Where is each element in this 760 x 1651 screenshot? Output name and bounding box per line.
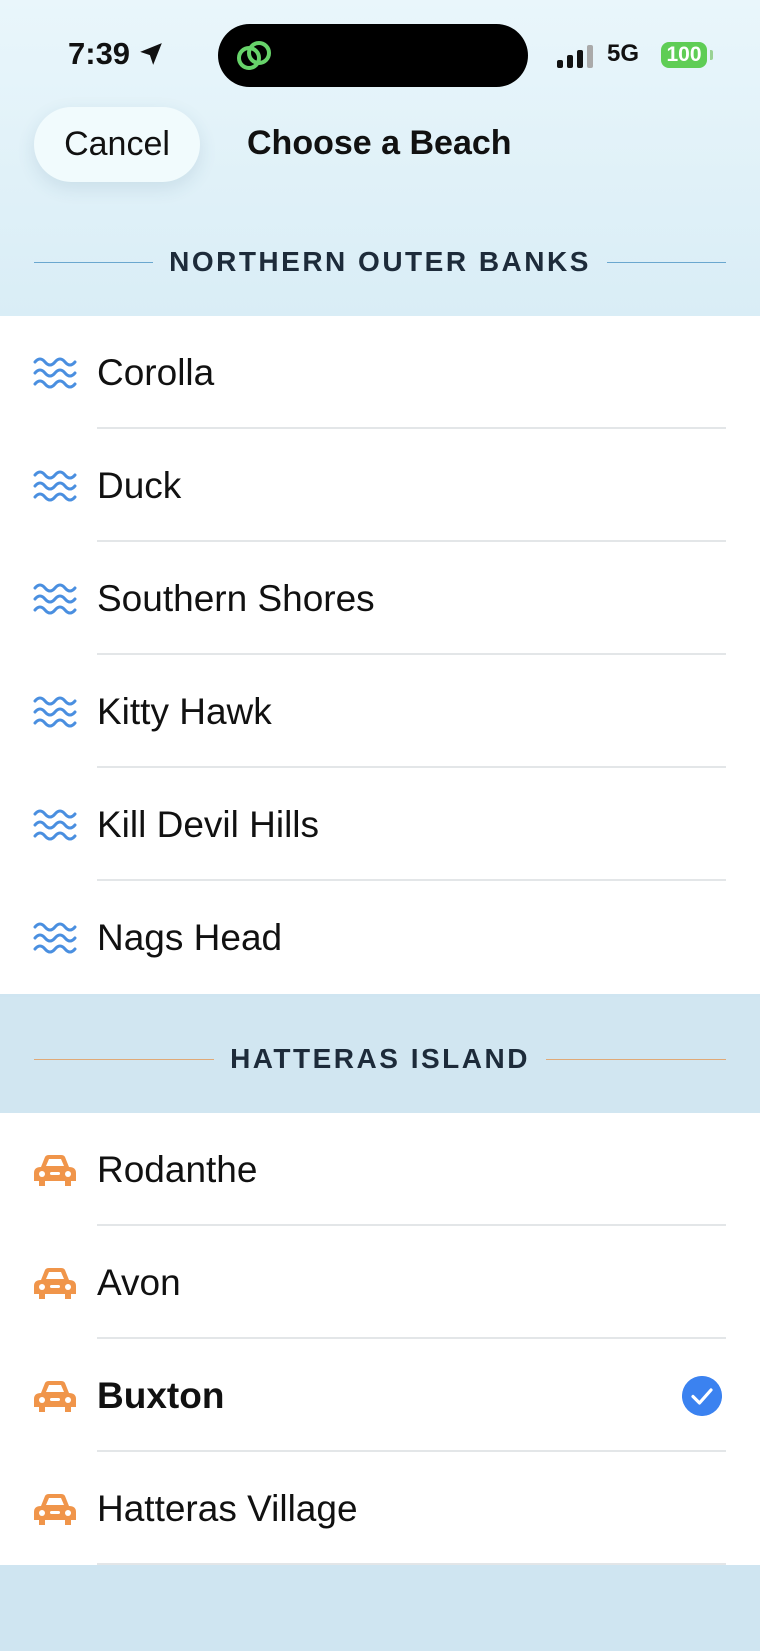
beach-list-hatteras: Rodanthe Avon Buxton Hatteras Village (0, 1113, 760, 1565)
section-header-northern: NORTHERN OUTER BANKS (34, 242, 726, 282)
battery-tip (710, 50, 713, 60)
divider-line (606, 261, 726, 263)
checkmark-icon (682, 1376, 722, 1416)
list-item[interactable]: Avon (0, 1226, 760, 1339)
list-item[interactable]: Duck (0, 429, 760, 542)
section-title: HATTERAS ISLAND (230, 1043, 530, 1074)
car-icon (34, 1381, 76, 1412)
list-item[interactable]: Rodanthe (0, 1113, 760, 1226)
list-item[interactable]: Nags Head (0, 881, 760, 994)
list-item-selected[interactable]: Buxton (0, 1339, 760, 1452)
battery-icon: 100 (661, 42, 707, 68)
waves-icon (33, 583, 77, 615)
beach-list-northern: Corolla Duck Southern Shores Kitty Hawk … (0, 316, 760, 994)
section-title: NORTHERN OUTER BANKS (169, 246, 591, 277)
divider-line (545, 1058, 726, 1060)
beach-name: Kill Devil Hills (97, 803, 320, 845)
location-arrow-icon (140, 43, 162, 65)
beach-name: Southern Shores (97, 577, 375, 619)
dynamic-island (218, 24, 528, 87)
beach-name: Buxton (97, 1374, 225, 1416)
clock-text: 7:39 (68, 36, 131, 71)
list-item[interactable]: Corolla (0, 316, 760, 429)
beach-name: Rodanthe (97, 1148, 258, 1190)
car-icon (34, 1155, 76, 1186)
list-item[interactable]: Hatteras Village (0, 1452, 760, 1565)
beach-name: Corolla (97, 351, 215, 393)
waves-icon (33, 696, 77, 728)
waves-icon (33, 922, 77, 954)
page-title: Choose a Beach (247, 124, 512, 162)
divider-line (34, 261, 154, 263)
link-rings-icon (237, 41, 271, 70)
section-header-hatteras: HATTERAS ISLAND (34, 1039, 726, 1079)
list-item[interactable]: Kitty Hawk (0, 655, 760, 768)
waves-icon (33, 809, 77, 841)
signal-icon (557, 45, 593, 68)
divider-line (34, 1058, 215, 1060)
status-time: 7:39 (68, 36, 164, 72)
beach-name: Avon (97, 1261, 181, 1303)
beach-name: Kitty Hawk (97, 690, 272, 732)
list-item[interactable]: Kill Devil Hills (0, 768, 760, 881)
car-icon (34, 1494, 76, 1525)
cancel-button[interactable]: Cancel (34, 107, 200, 182)
row-separator (97, 1563, 726, 1565)
beach-name: Hatteras Village (97, 1487, 358, 1529)
list-item[interactable]: Southern Shores (0, 542, 760, 655)
network-label: 5G (607, 40, 640, 67)
waves-icon (33, 357, 77, 389)
car-icon (34, 1268, 76, 1299)
beach-name: Duck (97, 464, 182, 506)
beach-name: Nags Head (97, 916, 283, 958)
waves-icon (33, 470, 77, 502)
